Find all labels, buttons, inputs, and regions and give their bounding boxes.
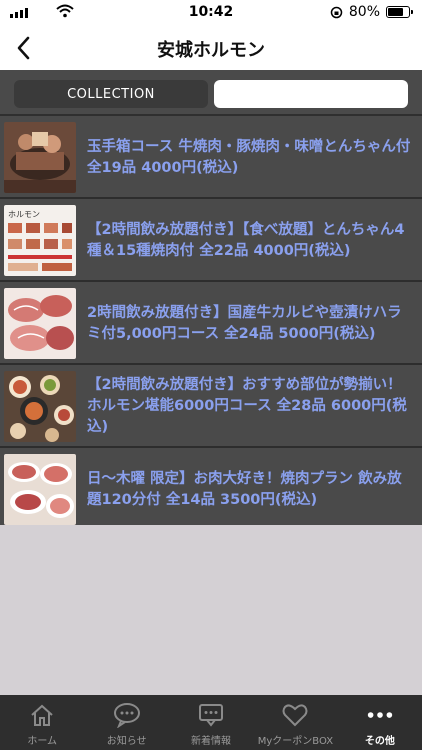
item-title: 日～木曜 限定】お肉大好き！焼肉プラン 飲み放題120分付 全14品 3500円…	[87, 470, 402, 508]
list-item[interactable]: 【2時間飲み放題付き】おすすめ部位が勢揃い！ホルモン堪能6000円コース 全28…	[0, 365, 422, 448]
page-title: 安城ホルモン	[157, 40, 265, 61]
item-title: 【2時間飲み放題付き】【食べ放題】とんちゃん4種＆15種焼肉付 全22品 400…	[87, 221, 405, 259]
list-item[interactable]: 日～木曜 限定】お肉大好き！焼肉プラン 飲み放題120分付 全14品 3500円…	[0, 448, 422, 531]
home-icon	[27, 700, 57, 730]
coupon-list: 玉手箱コース 牛焼肉・豚焼肉・味噌とんちゃん付 全19品 4000円(税込) ホ…	[0, 116, 422, 531]
thumbnail-image	[4, 288, 76, 359]
tab-secondary[interactable]	[214, 80, 408, 108]
tab-more[interactable]: その他	[338, 695, 422, 750]
tab-home[interactable]: ホーム	[0, 695, 84, 750]
list-item[interactable]: ホルモン 【2時間飲み放題付き】【食べ放題】とんちゃん4種＆15種焼肉付 全22…	[0, 199, 422, 282]
segmented-control: COLLECTION	[0, 70, 422, 116]
tab-label: MyクーポンBOX	[257, 736, 334, 747]
tab-label: 新着情報	[191, 736, 232, 747]
message-icon	[196, 700, 226, 730]
empty-area	[0, 525, 422, 695]
thumbnail-image: ホルモン	[4, 205, 76, 276]
tab-collection[interactable]: COLLECTION	[14, 80, 208, 108]
tab-my-coupon-box[interactable]: MyクーポンBOX	[253, 695, 337, 750]
heart-icon	[280, 700, 310, 730]
tab-label: ホーム	[27, 736, 58, 747]
chat-bubble-icon	[112, 700, 142, 730]
battery-percent: 80%	[348, 4, 380, 20]
thumbnail-image	[4, 122, 76, 193]
thumbnail-image	[4, 454, 76, 525]
orientation-lock-icon	[330, 6, 343, 18]
thumbnail-image	[4, 371, 76, 442]
svg-text:ホルモン: ホルモン	[8, 210, 40, 219]
item-title: 玉手箱コース 牛焼肉・豚焼肉・味噌とんちゃん付 全19品 4000円(税込)	[87, 138, 411, 176]
more-dots-icon	[365, 700, 395, 730]
tab-news[interactable]: お知らせ	[84, 695, 168, 750]
tab-bar: ホーム お知らせ 新着情報 MyクーポンBOX その他	[0, 695, 422, 750]
list-item[interactable]: 玉手箱コース 牛焼肉・豚焼肉・味噌とんちゃん付 全19品 4000円(税込)	[0, 116, 422, 199]
navigation-bar: 安城ホルモン	[0, 26, 422, 70]
tab-new-info[interactable]: 新着情報	[169, 695, 253, 750]
tab-label: その他	[364, 736, 395, 747]
status-bar: 10:42 80%	[0, 0, 422, 26]
item-title: 2時間飲み放題付き】国産牛カルビや壺漬けハラミ付5,000円コース 全24品 5…	[87, 304, 402, 342]
battery-icon	[386, 6, 413, 18]
tab-label: お知らせ	[106, 736, 147, 747]
item-title: 【2時間飲み放題付き】おすすめ部位が勢揃い！ホルモン堪能6000円コース 全28…	[87, 377, 407, 435]
list-item[interactable]: 2時間飲み放題付き】国産牛カルビや壺漬けハラミ付5,000円コース 全24品 5…	[0, 282, 422, 365]
